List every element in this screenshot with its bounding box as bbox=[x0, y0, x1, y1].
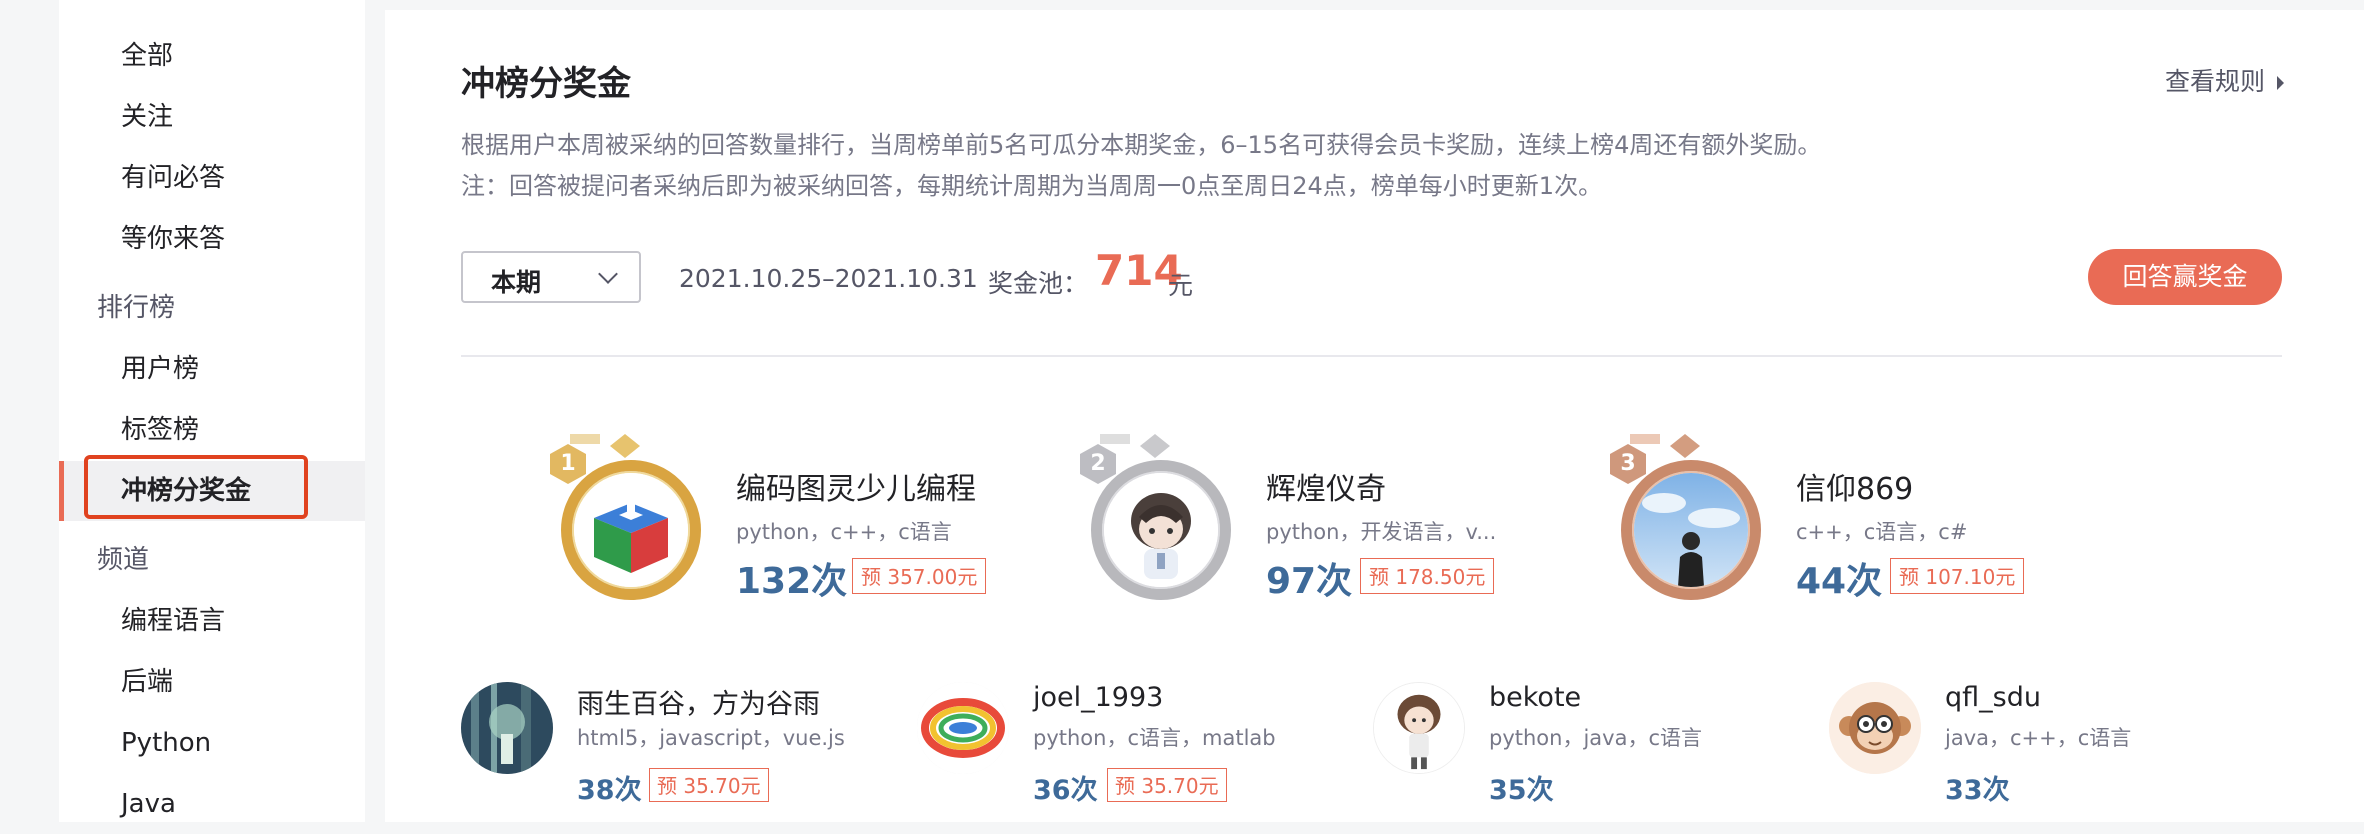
answer-count: 97次 bbox=[1266, 561, 1353, 602]
chevron-down-icon bbox=[598, 264, 618, 284]
sidebar-item-programming-languages[interactable]: 编程语言 bbox=[59, 591, 365, 651]
answer-count: 132次 bbox=[736, 561, 848, 602]
user-tags: java，c++，c语言 bbox=[1945, 726, 2132, 750]
sidebar-item-tag-rank[interactable]: 标签榜 bbox=[59, 400, 365, 460]
rank-card-4[interactable]: 雨生百谷，方为谷雨 html5，javascript，vue.js 38次 预 … bbox=[461, 672, 881, 812]
sidebar-item-label: 用户榜 bbox=[121, 354, 200, 384]
user-name[interactable]: 信仰869 bbox=[1796, 464, 1913, 508]
silver-medal: 2 bbox=[1080, 434, 1231, 606]
view-rules-link[interactable]: 查看规则 bbox=[2165, 62, 2284, 98]
user-name[interactable]: bekote bbox=[1489, 682, 1581, 713]
sidebar-item-label: 后端 bbox=[121, 667, 174, 697]
prize-badge: 预 107.10元 bbox=[1890, 558, 2025, 594]
user-name[interactable]: joel_1993 bbox=[1033, 682, 1163, 713]
avatar-chibi-icon bbox=[1374, 683, 1464, 773]
sidebar-item-label: 关注 bbox=[121, 102, 174, 132]
sidebar-item-label: 全部 bbox=[121, 41, 174, 71]
sidebar-item-label: Python bbox=[121, 728, 212, 758]
prize-badge: 预 357.00元 bbox=[852, 558, 987, 594]
user-name[interactable]: qfl_sdu bbox=[1945, 682, 2041, 713]
top-rank-card-2[interactable]: 2 辉煌仪奇 python，开发语言，v... 97次 预 178.50元 bbox=[1080, 434, 1580, 614]
sidebar: 全部 关注 有问必答 等你来答 排行榜 用户榜 标签榜 冲榜分奖金 频道 编程语… bbox=[59, 0, 365, 822]
user-name[interactable]: 雨生百谷，方为谷雨 bbox=[577, 682, 820, 721]
caret-right-icon bbox=[2277, 76, 2284, 90]
avatar bbox=[917, 682, 1009, 774]
avatar bbox=[461, 682, 553, 774]
prize-pool-label: 奖金池： bbox=[988, 269, 1089, 298]
sidebar-item-java[interactable]: Java bbox=[59, 774, 365, 834]
period-select[interactable]: 本期 bbox=[461, 251, 641, 303]
rank-card-6[interactable]: bekote python，java，c语言 35次 bbox=[1373, 672, 1793, 812]
view-rules-label: 查看规则 bbox=[2164, 67, 2265, 96]
user-tags: python，开发语言，v... bbox=[1266, 520, 1497, 544]
answer-count: 44次 bbox=[1796, 561, 1883, 602]
rank-card-5[interactable]: joel_1993 python，c语言，matlab 36次 预 35.70元 bbox=[917, 672, 1337, 812]
description-line-2: 注：回答被提问者采纳后即为被采纳回答，每期统计周期为当周周一0点至周日24点，榜… bbox=[461, 172, 1603, 200]
sidebar-group-ranking: 排行榜 bbox=[97, 293, 176, 323]
prize-badge: 预 35.70元 bbox=[1107, 768, 1227, 802]
avatar-rainbow-ring-icon bbox=[917, 682, 1009, 774]
sidebar-item-user-rank[interactable]: 用户榜 bbox=[59, 339, 365, 399]
sidebar-item-backend[interactable]: 后端 bbox=[59, 652, 365, 712]
user-tags: python，c语言，matlab bbox=[1033, 726, 1276, 750]
answer-count: 36次 bbox=[1033, 775, 1098, 806]
sidebar-item-label: 等你来答 bbox=[121, 224, 226, 254]
date-range: 2021.10.25–2021.10.31 bbox=[679, 264, 978, 293]
prize-pool-unit: 元 bbox=[1168, 271, 1194, 300]
avatar-monkey-icon bbox=[1829, 682, 1921, 774]
period-select-value: 本期 bbox=[491, 268, 542, 297]
user-name[interactable]: 辉煌仪奇 bbox=[1266, 464, 1386, 508]
sidebar-item-bonus-rank[interactable]: 冲榜分奖金 bbox=[59, 455, 365, 521]
user-name[interactable]: 编码图灵少儿编程 bbox=[736, 464, 976, 508]
user-tags: c++，c语言，c# bbox=[1796, 520, 1968, 544]
sidebar-item-following[interactable]: 关注 bbox=[59, 87, 365, 147]
answer-win-prize-button[interactable]: 回答赢奖金 bbox=[2088, 249, 2282, 305]
avatar bbox=[1373, 682, 1465, 774]
page-title: 冲榜分奖金 bbox=[461, 64, 631, 104]
prize-badge: 预 35.70元 bbox=[649, 768, 769, 802]
bronze-medal: 3 bbox=[1610, 434, 1761, 606]
rank-card-7[interactable]: qfl_sdu java，c++，c语言 33次 bbox=[1829, 672, 2249, 812]
divider bbox=[461, 355, 2282, 357]
avatar-cube-icon bbox=[574, 473, 688, 587]
sidebar-item-python[interactable]: Python bbox=[59, 713, 365, 773]
sidebar-item-label: 标签榜 bbox=[121, 415, 200, 445]
sidebar-item-label: Java bbox=[121, 789, 176, 819]
active-indicator bbox=[59, 461, 64, 521]
sidebar-item-must-answer[interactable]: 有问必答 bbox=[59, 148, 365, 208]
description-line-1: 根据用户本周被采纳的回答数量排行，当周榜单前5名可瓜分本期奖金，6–15名可获得… bbox=[461, 131, 1822, 159]
user-tags: html5，javascript，vue.js bbox=[577, 726, 845, 750]
user-tags: python，c++，c语言 bbox=[736, 520, 952, 544]
prize-badge: 预 178.50元 bbox=[1360, 558, 1495, 594]
main-panel: 冲榜分奖金 查看规则 根据用户本周被采纳的回答数量排行，当周榜单前5名可瓜分本期… bbox=[385, 10, 2364, 822]
avatar bbox=[574, 473, 688, 587]
sidebar-item-label: 冲榜分奖金 bbox=[121, 476, 252, 506]
sidebar-item-all[interactable]: 全部 bbox=[59, 26, 365, 86]
top-rank-card-1[interactable]: 1 编码图灵少儿编程 python，c++，c语言 132次 预 357.00元 bbox=[550, 434, 1050, 614]
avatar bbox=[1829, 682, 1921, 774]
sidebar-item-waiting-answer[interactable]: 等你来答 bbox=[59, 209, 365, 269]
sidebar-group-channel: 频道 bbox=[97, 545, 150, 575]
answer-count: 33次 bbox=[1945, 775, 2010, 806]
avatar-forest-icon bbox=[461, 682, 553, 774]
sidebar-item-label: 有问必答 bbox=[121, 163, 226, 193]
user-tags: python，java，c语言 bbox=[1489, 726, 1703, 750]
top-rank-card-3[interactable]: 3 信仰869 c++，c语言，c# 44次 预 107.10元 bbox=[1610, 434, 2110, 614]
avatar-anime-boy-icon bbox=[1104, 473, 1218, 587]
avatar bbox=[1634, 473, 1748, 587]
answer-count: 38次 bbox=[577, 775, 642, 806]
gold-medal: 1 bbox=[550, 434, 701, 606]
avatar bbox=[1104, 473, 1218, 587]
answer-count: 35次 bbox=[1489, 775, 1554, 806]
sidebar-item-label: 编程语言 bbox=[121, 606, 226, 636]
avatar-sky-person-icon bbox=[1634, 473, 1748, 587]
